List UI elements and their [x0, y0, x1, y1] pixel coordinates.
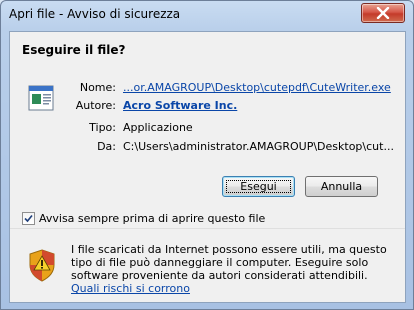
publisher-label: Autore:	[75, 99, 116, 112]
type-row: Tipo:	[11, 121, 116, 135]
publisher-link[interactable]: Acro Software Inc.	[123, 99, 237, 112]
type-label: Tipo:	[89, 121, 116, 134]
security-warning-window: Apri file - Avviso di sicurezza Eseguire…	[0, 0, 414, 310]
always-warn-label[interactable]: Avvisa sempre prima di aprire questo fil…	[39, 212, 265, 225]
dialog-heading: Eseguire il file?	[22, 43, 126, 57]
name-label: Nome:	[79, 81, 116, 94]
always-warn-checkbox[interactable]	[22, 212, 35, 225]
close-button[interactable]	[361, 3, 405, 23]
from-row: Da:	[11, 140, 116, 154]
checkmark-icon	[24, 214, 33, 223]
footer-message: I file scaricati da Internet possono ess…	[71, 243, 397, 295]
name-row: Nome:	[11, 81, 116, 95]
from-value: C:\Users\administrator.AMAGROUP\Desktop\…	[123, 140, 394, 153]
file-name-link[interactable]: ...or.AMAGROUP\Desktop\cutepdf\CuteWrite…	[123, 81, 391, 94]
type-value: Applicazione	[123, 121, 193, 134]
window-title: Apri file - Avviso di sicurezza	[9, 7, 181, 21]
dialog-client-area: Eseguire il file? Nome: ...or.AMAGROUP\D…	[9, 31, 406, 303]
focus-rectangle	[226, 180, 291, 193]
security-shield-warning-icon	[29, 249, 55, 282]
cancel-button[interactable]: Annulla	[305, 176, 378, 197]
run-button[interactable]: Esegui	[222, 176, 295, 197]
title-bar[interactable]: Apri file - Avviso di sicurezza	[1, 1, 413, 29]
publisher-row: Autore:	[11, 99, 116, 113]
close-icon	[376, 7, 390, 19]
file-info-panel: Eseguire il file? Nome: ...or.AMAGROUP\D…	[11, 33, 404, 229]
from-label: Da:	[97, 140, 116, 153]
cancel-button-label: Annulla	[320, 180, 363, 193]
risks-link[interactable]: Quali rischi si corrono	[71, 282, 190, 295]
security-footer: I file scaricati da Internet possono ess…	[10, 229, 405, 302]
footer-text: I file scaricati da Internet possono ess…	[71, 243, 387, 282]
